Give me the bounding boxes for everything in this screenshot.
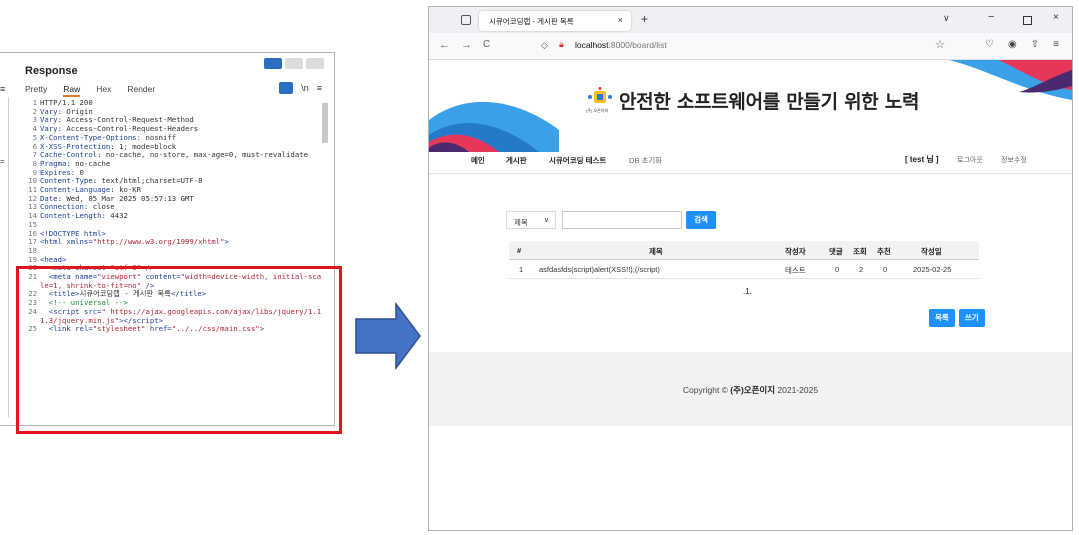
bookmark-star-icon[interactable]: ☆ (935, 38, 945, 51)
code-line: 17 <html xmlns="http://www.w3.org/1999/xh… (24, 237, 322, 247)
maximize-icon[interactable] (1023, 16, 1032, 25)
select-value: 제목 (514, 218, 528, 227)
right-arrow-icon (355, 302, 421, 370)
search-input[interactable] (562, 211, 682, 229)
menu-securecoding-test[interactable]: 시큐어코딩 테스트 (549, 155, 606, 166)
board-actions: 목록 쓰기 (929, 309, 985, 327)
col-title: 제목 (649, 247, 663, 256)
line-number: 7 (32, 150, 37, 160)
scrollbar[interactable] (322, 103, 328, 143)
chevron-down-icon: ∨ (543, 217, 549, 224)
col-date: 작성일 (921, 247, 942, 256)
table-row[interactable]: 1 asfdasfds(script)alert(XSS!!);(/script… (509, 260, 979, 279)
minimize-icon[interactable]: − (988, 11, 994, 23)
browser-tab[interactable]: 시큐어코딩랩 - 게시판 목록 × (479, 11, 631, 31)
search-field-select[interactable]: 제목 ∨ (506, 211, 556, 229)
row-author: 테스트 (785, 266, 806, 275)
line-text: <html xmlns="http://www.w3.org/1999/xhtm… (40, 237, 229, 247)
options-menu-icon[interactable]: ≡ (317, 83, 322, 93)
tab-close-icon[interactable]: × (618, 15, 623, 25)
menu-db-reset[interactable]: DB 초기화 (629, 155, 662, 166)
back-icon[interactable]: ← (439, 39, 450, 51)
line-number: 1 (32, 98, 37, 107)
code-line: 18 (24, 246, 322, 256)
hero-banner: (주) 오픈이지 안전한 소프트웨어를 만들기 위한 노력 (429, 60, 1072, 152)
main-menu: 메인 게시판 시큐어코딩 테스트 DB 초기화 [ test 님 ] 로그아웃 … (429, 149, 1072, 174)
tab-raw[interactable]: Raw (63, 84, 81, 97)
copyright-text: Copyright © (주)오픈이지 2021-2025 (682, 385, 819, 395)
tab-list-icon[interactable] (461, 15, 471, 25)
single-view-icon[interactable] (306, 58, 324, 69)
edit-profile-link[interactable]: 정보수정 (1001, 155, 1027, 165)
toolbar-icons: ♡ ◉ ⇧ ≡ (985, 39, 1059, 50)
page-footer: Copyright © (주)오픈이지 2021-2025 (429, 352, 1072, 426)
line-number: 2 (32, 106, 37, 116)
tab-hex[interactable]: Hex (96, 84, 111, 97)
logout-link[interactable]: 로그아웃 (957, 155, 983, 165)
line-number: 8 (32, 158, 37, 168)
col-comments: 댓글 (829, 247, 843, 256)
url-text[interactable]: localhost:8000/board/list (575, 40, 667, 50)
logo-caption: (주) 오픈이지 (586, 108, 609, 113)
nav-bar: ← → C ◇ 🔒︎ localhost:8000/board/list ☆ ♡… (429, 33, 1072, 60)
hero-title: 안전한 소프트웨어를 만들기 위한 노력 (619, 91, 920, 113)
menu-board[interactable]: 게시판 (506, 155, 527, 166)
view-layout-buttons (264, 58, 324, 69)
response-tabs: Pretty Raw Hex Render (25, 84, 155, 97)
insecure-lock-icon[interactable]: 🔒︎ (559, 39, 564, 50)
menu-home[interactable]: 메인 (471, 155, 485, 166)
line-text: Content-Length: 4432 (40, 211, 128, 221)
wrap-lines-icon[interactable] (279, 82, 294, 94)
board-table: # 제목 작성자 댓글 조회 추천 작성일 1 asfdasfds(script… (509, 241, 979, 279)
row-likes: 0 (883, 265, 888, 274)
line-number: 3 (32, 115, 37, 125)
company-logo: (주) 오픈이지 (586, 87, 613, 113)
forward-icon[interactable]: → (461, 39, 472, 51)
pagination[interactable]: .1. (743, 287, 752, 296)
extensions-icon[interactable]: ◉ (1008, 39, 1017, 50)
response-title: Response (25, 65, 78, 77)
share-icon[interactable]: ⇧ (1031, 39, 1039, 50)
row-views: 2 (859, 265, 864, 274)
list-button[interactable]: 목록 (929, 309, 955, 327)
row-date: 2025-02-25 (913, 265, 952, 274)
new-tab-icon[interactable]: + (641, 12, 648, 26)
post-title-link[interactable]: asfdasfds(script)alert(XSS!!);(/script) (539, 265, 660, 274)
row-comments: 0 (835, 265, 840, 274)
app-menu-icon[interactable]: ≡ (1053, 39, 1059, 50)
tab-render[interactable]: Render (127, 84, 155, 97)
response-tools: \n ≡ (279, 82, 322, 94)
logo-icon (588, 87, 612, 103)
col-number: # (517, 246, 522, 255)
shield-icon[interactable]: ◇ (541, 40, 548, 51)
line-number: 4 (32, 124, 37, 134)
reload-icon[interactable]: C (483, 39, 490, 50)
row-number: 1 (519, 265, 524, 274)
write-button[interactable]: 쓰기 (958, 309, 985, 327)
tab-dropdown-icon[interactable]: ∨ (943, 13, 950, 24)
highlight-box (16, 266, 342, 434)
tab-title: 시큐어코딩랩 - 게시판 목록 (489, 17, 574, 26)
left-divider (0, 97, 9, 417)
tab-pretty[interactable]: Pretty (25, 84, 47, 97)
left-menu-icon[interactable]: ≡ (0, 84, 5, 94)
url-bar[interactable]: ◇ 🔒︎ localhost:8000/board/list ☆ (531, 36, 951, 54)
line-number: 5 (32, 132, 37, 142)
code-line: 14 Content-Length: 4432 (24, 211, 322, 221)
newline-toggle[interactable]: \n (301, 83, 309, 93)
line-number: 6 (32, 141, 37, 151)
col-author: 작성자 (785, 247, 806, 256)
window-close-icon[interactable]: × (1053, 12, 1059, 23)
col-views: 조회 (853, 247, 867, 256)
table-header: # 제목 작성자 댓글 조회 추천 작성일 (509, 241, 979, 260)
tab-bar: 시큐어코딩랩 - 게시판 목록 × + ∨ − × (429, 7, 1072, 33)
pocket-icon[interactable]: ♡ (985, 39, 994, 50)
search-button[interactable]: 검색 (686, 211, 716, 229)
user-badge: [ test 님 ] (905, 155, 939, 164)
split-view-icon[interactable] (264, 58, 282, 69)
col-likes: 추천 (877, 247, 891, 256)
horizontal-view-icon[interactable] (285, 58, 303, 69)
browser-window: 시큐어코딩랩 - 게시판 목록 × + ∨ − × ← → C ◇ 🔒︎ loc… (428, 6, 1073, 531)
